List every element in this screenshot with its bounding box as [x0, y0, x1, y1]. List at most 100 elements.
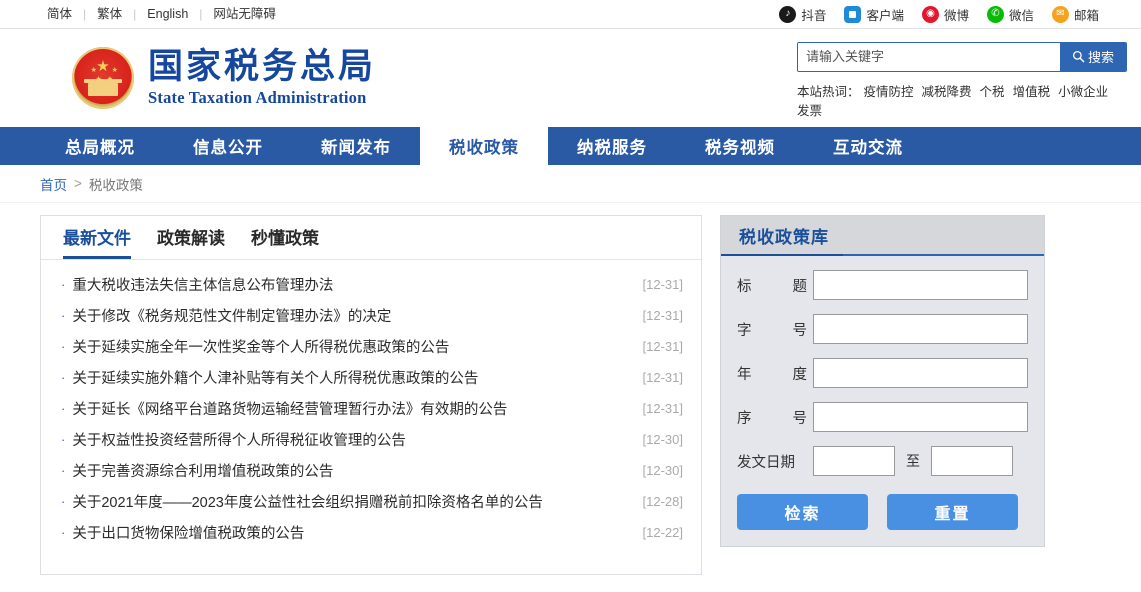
serial-number-field-row: 序号 — [737, 402, 1028, 432]
brand-title-en: State Taxation Administration — [148, 88, 376, 108]
brand-text: 国家税务总局 State Taxation Administration — [148, 49, 376, 108]
document-date: [12-22] — [633, 525, 683, 540]
title-field-row: 标题 — [737, 270, 1028, 300]
social-link-label: 邮箱 — [1074, 5, 1099, 24]
document-title-link[interactable]: 关于2021年度——2023年度公益性社会组织捐赠税前扣除资格名单的公告 — [72, 491, 543, 512]
social-link-wechat[interactable]: ✆微信 — [987, 5, 1034, 24]
search-block: 搜索 本站热词： 疫情防控减税降费个税增值税小微企业发票 — [797, 38, 1127, 119]
document-list-item[interactable]: · 关于2021年度——2023年度公益性社会组织捐赠税前扣除资格名单的公告 [12… — [59, 486, 683, 517]
document-date: [12-28] — [633, 494, 683, 509]
title-field-input[interactable] — [813, 270, 1028, 300]
serial-number-field-label: 序号 — [737, 407, 813, 428]
label-char: 字 — [737, 319, 752, 340]
search-button[interactable]: 搜索 — [1060, 43, 1126, 71]
document-list-item[interactable]: ·关于完善资源综合利用增值税政策的公告[12-30] — [59, 455, 683, 486]
panel-body: 标题字号年度序号 发文日期 至 检索重置 — [721, 256, 1044, 546]
brand-title-cn: 国家税务总局 — [148, 49, 376, 86]
bullet-icon: · — [61, 432, 65, 447]
tab-policy-interpretation[interactable]: 政策解读 — [157, 224, 225, 259]
issue-date-to-input[interactable] — [931, 446, 1013, 476]
document-list-item[interactable]: · 关于权益性投资经营所得个人所得税征收管理的公告 [12-30] — [59, 424, 683, 455]
nav-interaction[interactable]: 互动交流 — [804, 127, 932, 165]
bullet-icon: · — [61, 277, 65, 292]
tab-quick-policy[interactable]: 秒懂政策 — [251, 224, 319, 259]
nav-news[interactable]: 新闻发布 — [292, 127, 420, 165]
nav-tax-video[interactable]: 税务视频 — [676, 127, 804, 165]
document-title-link[interactable]: 关于延长《网络平台道路货物运输经营管理暂行办法》有效期的公告 — [72, 398, 507, 419]
bullet-icon: · — [61, 463, 65, 478]
document-number-field-row: 字号 — [737, 314, 1028, 344]
mail-icon: ✉ — [1052, 6, 1069, 23]
year-field-row: 年度 — [737, 358, 1028, 388]
wechat-icon: ✆ — [987, 6, 1004, 23]
lang-english[interactable]: English — [136, 8, 199, 21]
label-char: 题 — [793, 275, 808, 296]
document-title-link[interactable]: 关于完善资源综合利用增值税政策的公告 — [72, 460, 333, 481]
search-row: 搜索 — [797, 42, 1127, 72]
breadcrumb-separator: > — [74, 176, 82, 191]
nav-disclosure[interactable]: 信息公开 — [164, 127, 292, 165]
hot-keyword[interactable]: 疫情防控 — [864, 81, 914, 100]
bullet-icon: · — [61, 339, 65, 354]
hot-keyword[interactable]: 个税 — [980, 81, 1005, 100]
content-tabs: 最新文件政策解读秒懂政策 — [41, 216, 701, 260]
document-date: [12-30] — [633, 432, 683, 447]
label-char: 年 — [737, 363, 752, 384]
label-char: 标 — [737, 275, 752, 296]
document-number-field-input[interactable] — [813, 314, 1028, 344]
bullet-icon: · — [61, 494, 65, 509]
lang-traditional[interactable]: 繁体 — [86, 8, 133, 21]
social-link-mail[interactable]: ✉ 邮箱 — [1052, 5, 1099, 24]
bullet-icon: · — [61, 370, 65, 385]
search-button[interactable]: 检索 — [737, 494, 868, 530]
nav-taxpayer-service[interactable]: 纳税服务 — [548, 127, 676, 165]
issue-date-label: 发文日期 — [737, 451, 813, 472]
label-char: 号 — [793, 319, 808, 340]
search-input[interactable] — [798, 43, 1060, 71]
panel-buttons: 检索重置 — [737, 494, 1028, 530]
panel-title: 税收政策库 — [739, 223, 829, 248]
social-link-douyin[interactable]: ♪ 抖音 — [779, 5, 826, 24]
social-link-weibo[interactable]: ◉微博 — [922, 5, 969, 24]
language-switcher: 简体|繁体|English|网站无障碍 — [36, 7, 287, 21]
nav-overview[interactable]: 总局概况 — [36, 127, 164, 165]
douyin-icon: ♪ — [779, 6, 796, 23]
document-title-link[interactable]: 关于权益性投资经营所得个人所得税征收管理的公告 — [72, 429, 406, 450]
hot-keyword[interactable]: 增值税 — [1013, 81, 1051, 100]
social-link-client-app[interactable]: 客户端 — [844, 5, 904, 24]
reset-button[interactable]: 重置 — [887, 494, 1018, 530]
document-title-link[interactable]: 关于修改《税务规范性文件制定管理办法》的决定 — [72, 305, 391, 326]
breadcrumb-home[interactable]: 首页 — [40, 174, 67, 194]
emblem-star-main: ★ — [96, 59, 109, 74]
tab-latest-documents[interactable]: 最新文件 — [63, 224, 131, 259]
panel-fields: 标题字号年度序号 — [737, 270, 1028, 432]
site-header: ★ ★ ★ ★ ★ 国家税务总局 State Taxation Administ… — [0, 29, 1141, 127]
document-list-item[interactable]: ·关于延续实施全年一次性奖金等个人所得税优惠政策的公告[12-31] — [59, 331, 683, 362]
site-brand[interactable]: ★ ★ ★ ★ ★ 国家税务总局 State Taxation Administ… — [72, 47, 376, 109]
emblem-gate — [88, 83, 118, 96]
search-button-label: 搜索 — [1088, 47, 1114, 66]
serial-number-field-input[interactable] — [813, 402, 1028, 432]
document-list-item[interactable]: ·关于修改《税务规范性文件制定管理办法》的决定[12-31] — [59, 300, 683, 331]
year-field-input[interactable] — [813, 358, 1028, 388]
accessibility[interactable]: 网站无障碍 — [202, 8, 287, 21]
national-emblem-icon: ★ ★ ★ ★ ★ — [72, 47, 134, 109]
document-list-item[interactable]: ·重大税收违法失信主体信息公布管理办法[12-31] — [59, 269, 683, 300]
document-list-item[interactable]: ·关于延续实施外籍个人津补贴等有关个人所得税优惠政策的公告[12-31] — [59, 362, 683, 393]
document-title-link[interactable]: 关于延续实施外籍个人津补贴等有关个人所得税优惠政策的公告 — [72, 367, 478, 388]
bullet-icon: · — [61, 525, 65, 540]
social-link-label: 抖音 — [801, 5, 826, 24]
document-title-link[interactable]: 重大税收违法失信主体信息公布管理办法 — [72, 274, 333, 295]
document-title-link[interactable]: 关于延续实施全年一次性奖金等个人所得税优惠政策的公告 — [72, 336, 449, 357]
document-list-item[interactable]: · 关于出口货物保险增值税政策的公告 [12-22] — [59, 517, 683, 548]
issue-date-from-input[interactable] — [813, 446, 895, 476]
lang-simplified[interactable]: 简体 — [36, 8, 83, 21]
hot-keyword[interactable]: 减税降费 — [922, 81, 972, 100]
breadcrumb: 首页 > 税收政策 — [0, 165, 1141, 203]
hot-keyword[interactable]: 小微企业 — [1058, 81, 1108, 100]
document-list-item[interactable]: ·关于延长《网络平台道路货物运输经营管理暂行办法》有效期的公告[12-31] — [59, 393, 683, 424]
nav-tax-policy[interactable]: 税收政策 — [420, 127, 548, 165]
documents-card: 最新文件政策解读秒懂政策 ·重大税收违法失信主体信息公布管理办法[12-31]·… — [40, 215, 702, 575]
document-title-link[interactable]: 关于出口货物保险增值税政策的公告 — [72, 522, 304, 543]
hot-keyword[interactable]: 发票 — [797, 100, 822, 119]
